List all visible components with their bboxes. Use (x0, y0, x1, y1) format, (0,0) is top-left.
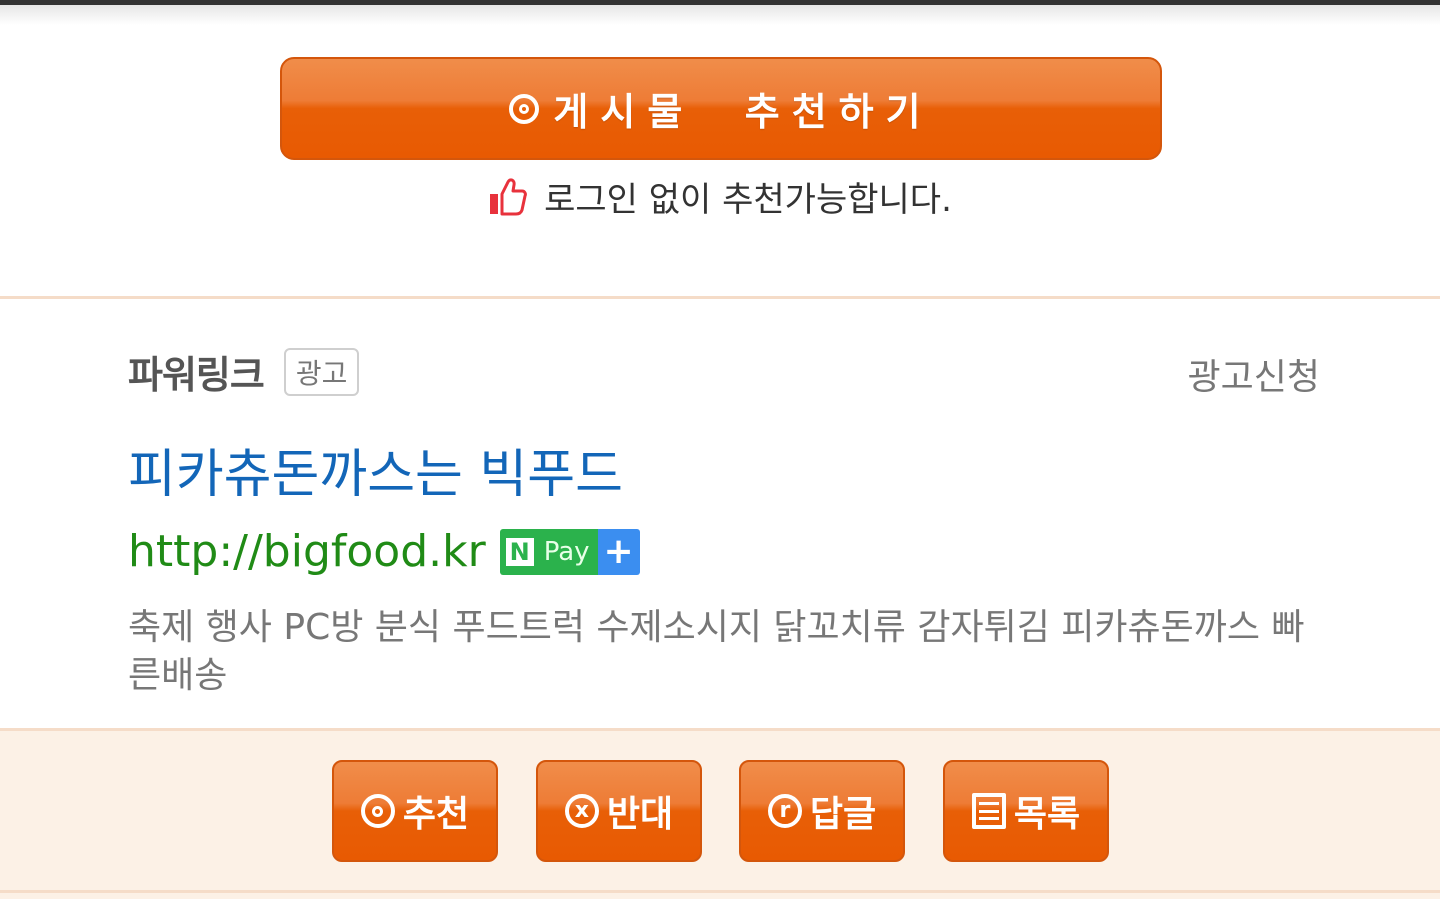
post-footer-page: 게시물 추천하기 로그인 없이 추천가능합니다. 파워링크 광고 광고신청 피카… (0, 0, 1440, 899)
reply-button[interactable]: r 답글 (739, 760, 905, 862)
action-bar (0, 728, 1440, 899)
oppose-label: 반대 (606, 794, 674, 835)
oppose-button[interactable]: x 반대 (536, 760, 702, 862)
ad-badge: 광고 (283, 347, 360, 396)
thumbs-up-icon (490, 178, 527, 216)
login-free-note: 로그인 없이 추천가능합니다. (0, 170, 1440, 222)
circle-target-icon (360, 794, 395, 828)
bottom-divider (0, 890, 1440, 893)
top-shadow (0, 5, 1440, 25)
ad-apply-link[interactable]: 광고신청 (1188, 348, 1320, 400)
recommend-post-button[interactable]: 게시물 추천하기 (280, 57, 1162, 160)
circle-x-icon: x (564, 794, 599, 828)
npay-n-letter: N (505, 537, 534, 566)
npay-n-mark: N (499, 528, 540, 575)
reply-label: 답글 (809, 794, 877, 835)
ad-url-link[interactable]: http://bigfood.kr (128, 526, 486, 577)
recommend-label: 추천 (402, 794, 470, 835)
list-icon (971, 793, 1006, 829)
circle-target-icon (509, 93, 540, 124)
powerlink-heading: 파워링크 광고 (128, 344, 360, 399)
recommend-button[interactable]: 추천 (332, 760, 498, 862)
login-note-text: 로그인 없이 추천가능합니다. (544, 179, 952, 220)
list-button[interactable]: 목록 (943, 760, 1109, 862)
ad-description: 축제 행사 PC방 분식 푸드트럭 수제소시지 닭꼬치류 감자튀김 피카츄돈까스… (128, 607, 1305, 696)
ad-url-row: http://bigfood.kr N Pay + (128, 526, 640, 577)
powerlink-title: 파워링크 (128, 353, 265, 397)
circle-r-icon: r (767, 794, 802, 828)
section-divider (0, 296, 1440, 299)
ad-title-link[interactable]: 피카츄돈까스는 빅푸드 (128, 432, 623, 507)
recommend-post-label: 게시물 추천하기 (553, 90, 933, 134)
npay-pay-text: Pay (539, 528, 598, 575)
list-label: 목록 (1013, 794, 1081, 835)
npay-plus-badge: N Pay + (499, 528, 640, 575)
npay-plus-icon: + (597, 528, 640, 575)
